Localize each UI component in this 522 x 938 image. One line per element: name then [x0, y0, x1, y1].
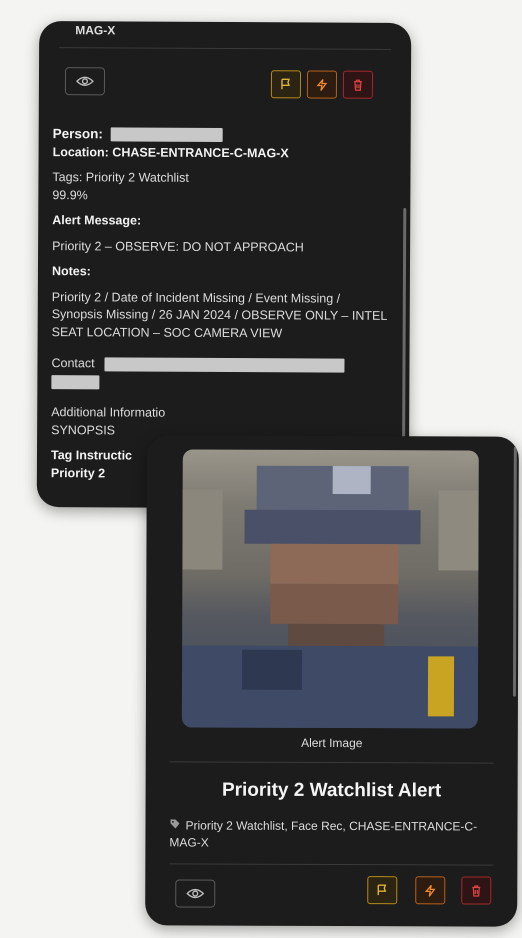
- divider: [59, 47, 392, 50]
- location-fragment: MAG-X: [75, 23, 116, 38]
- view-button[interactable]: [175, 879, 216, 908]
- alert-tags: Priority 2 Watchlist, Face Rec, CHASE-EN…: [169, 817, 499, 851]
- alert-message-label: Alert Message:: [52, 213, 142, 228]
- additional-info-label: Additional Informatio: [51, 405, 166, 421]
- notes-label: Notes:: [51, 264, 91, 279]
- flag-button[interactable]: [270, 70, 302, 99]
- alert-details: Person: Location: CHASE-ENTRANCE-C-MAG-X…: [51, 125, 393, 484]
- lightning-icon: [424, 884, 436, 897]
- lightning-icon: [316, 78, 328, 91]
- eye-icon: [186, 888, 205, 899]
- scrollbar[interactable]: [512, 446, 517, 697]
- flag-icon: [377, 884, 387, 896]
- person-label: Person:: [52, 126, 103, 142]
- delete-button[interactable]: [461, 876, 492, 905]
- view-button[interactable]: [64, 67, 106, 96]
- tags-text: Priority 2 Watchlist, Face Rec, CHASE-EN…: [169, 818, 478, 850]
- location-value: CHASE-ENTRANCE-C-MAG-X: [112, 145, 289, 161]
- redacted-name: [110, 127, 223, 143]
- contact-label: Contact: [51, 356, 95, 371]
- flag-icon: [281, 78, 290, 90]
- notes-text: Priority 2 / Date of Incident Missing / …: [51, 289, 387, 341]
- escalate-button[interactable]: [306, 70, 338, 99]
- alert-summary-card: Alert Image Priority 2 Watchlist Alert P…: [145, 435, 519, 927]
- eye-icon: [75, 76, 94, 86]
- image-caption: Alert Image: [301, 735, 363, 751]
- tags-text: Tags: Priority 2 Watchlist: [52, 170, 189, 186]
- flag-button[interactable]: [367, 876, 398, 905]
- delete-button[interactable]: [342, 70, 374, 99]
- alert-image[interactable]: [181, 449, 479, 729]
- tag-icon: [169, 818, 180, 834]
- alert-title: Priority 2 Watchlist Alert: [221, 779, 442, 802]
- trash-icon: [353, 79, 362, 91]
- trash-icon: [472, 884, 481, 897]
- divider: [169, 761, 494, 764]
- redacted-contact: [104, 357, 345, 373]
- divider: [169, 863, 494, 866]
- scrollbar[interactable]: [401, 207, 407, 468]
- redacted-contact-2: [51, 374, 100, 389]
- confidence-score: 99.9%: [52, 187, 88, 203]
- escalate-button[interactable]: [415, 876, 446, 905]
- alert-message-text: Priority 2 – OBSERVE: DO NOT APPROACH: [52, 238, 304, 255]
- location-label: Location:: [52, 144, 109, 160]
